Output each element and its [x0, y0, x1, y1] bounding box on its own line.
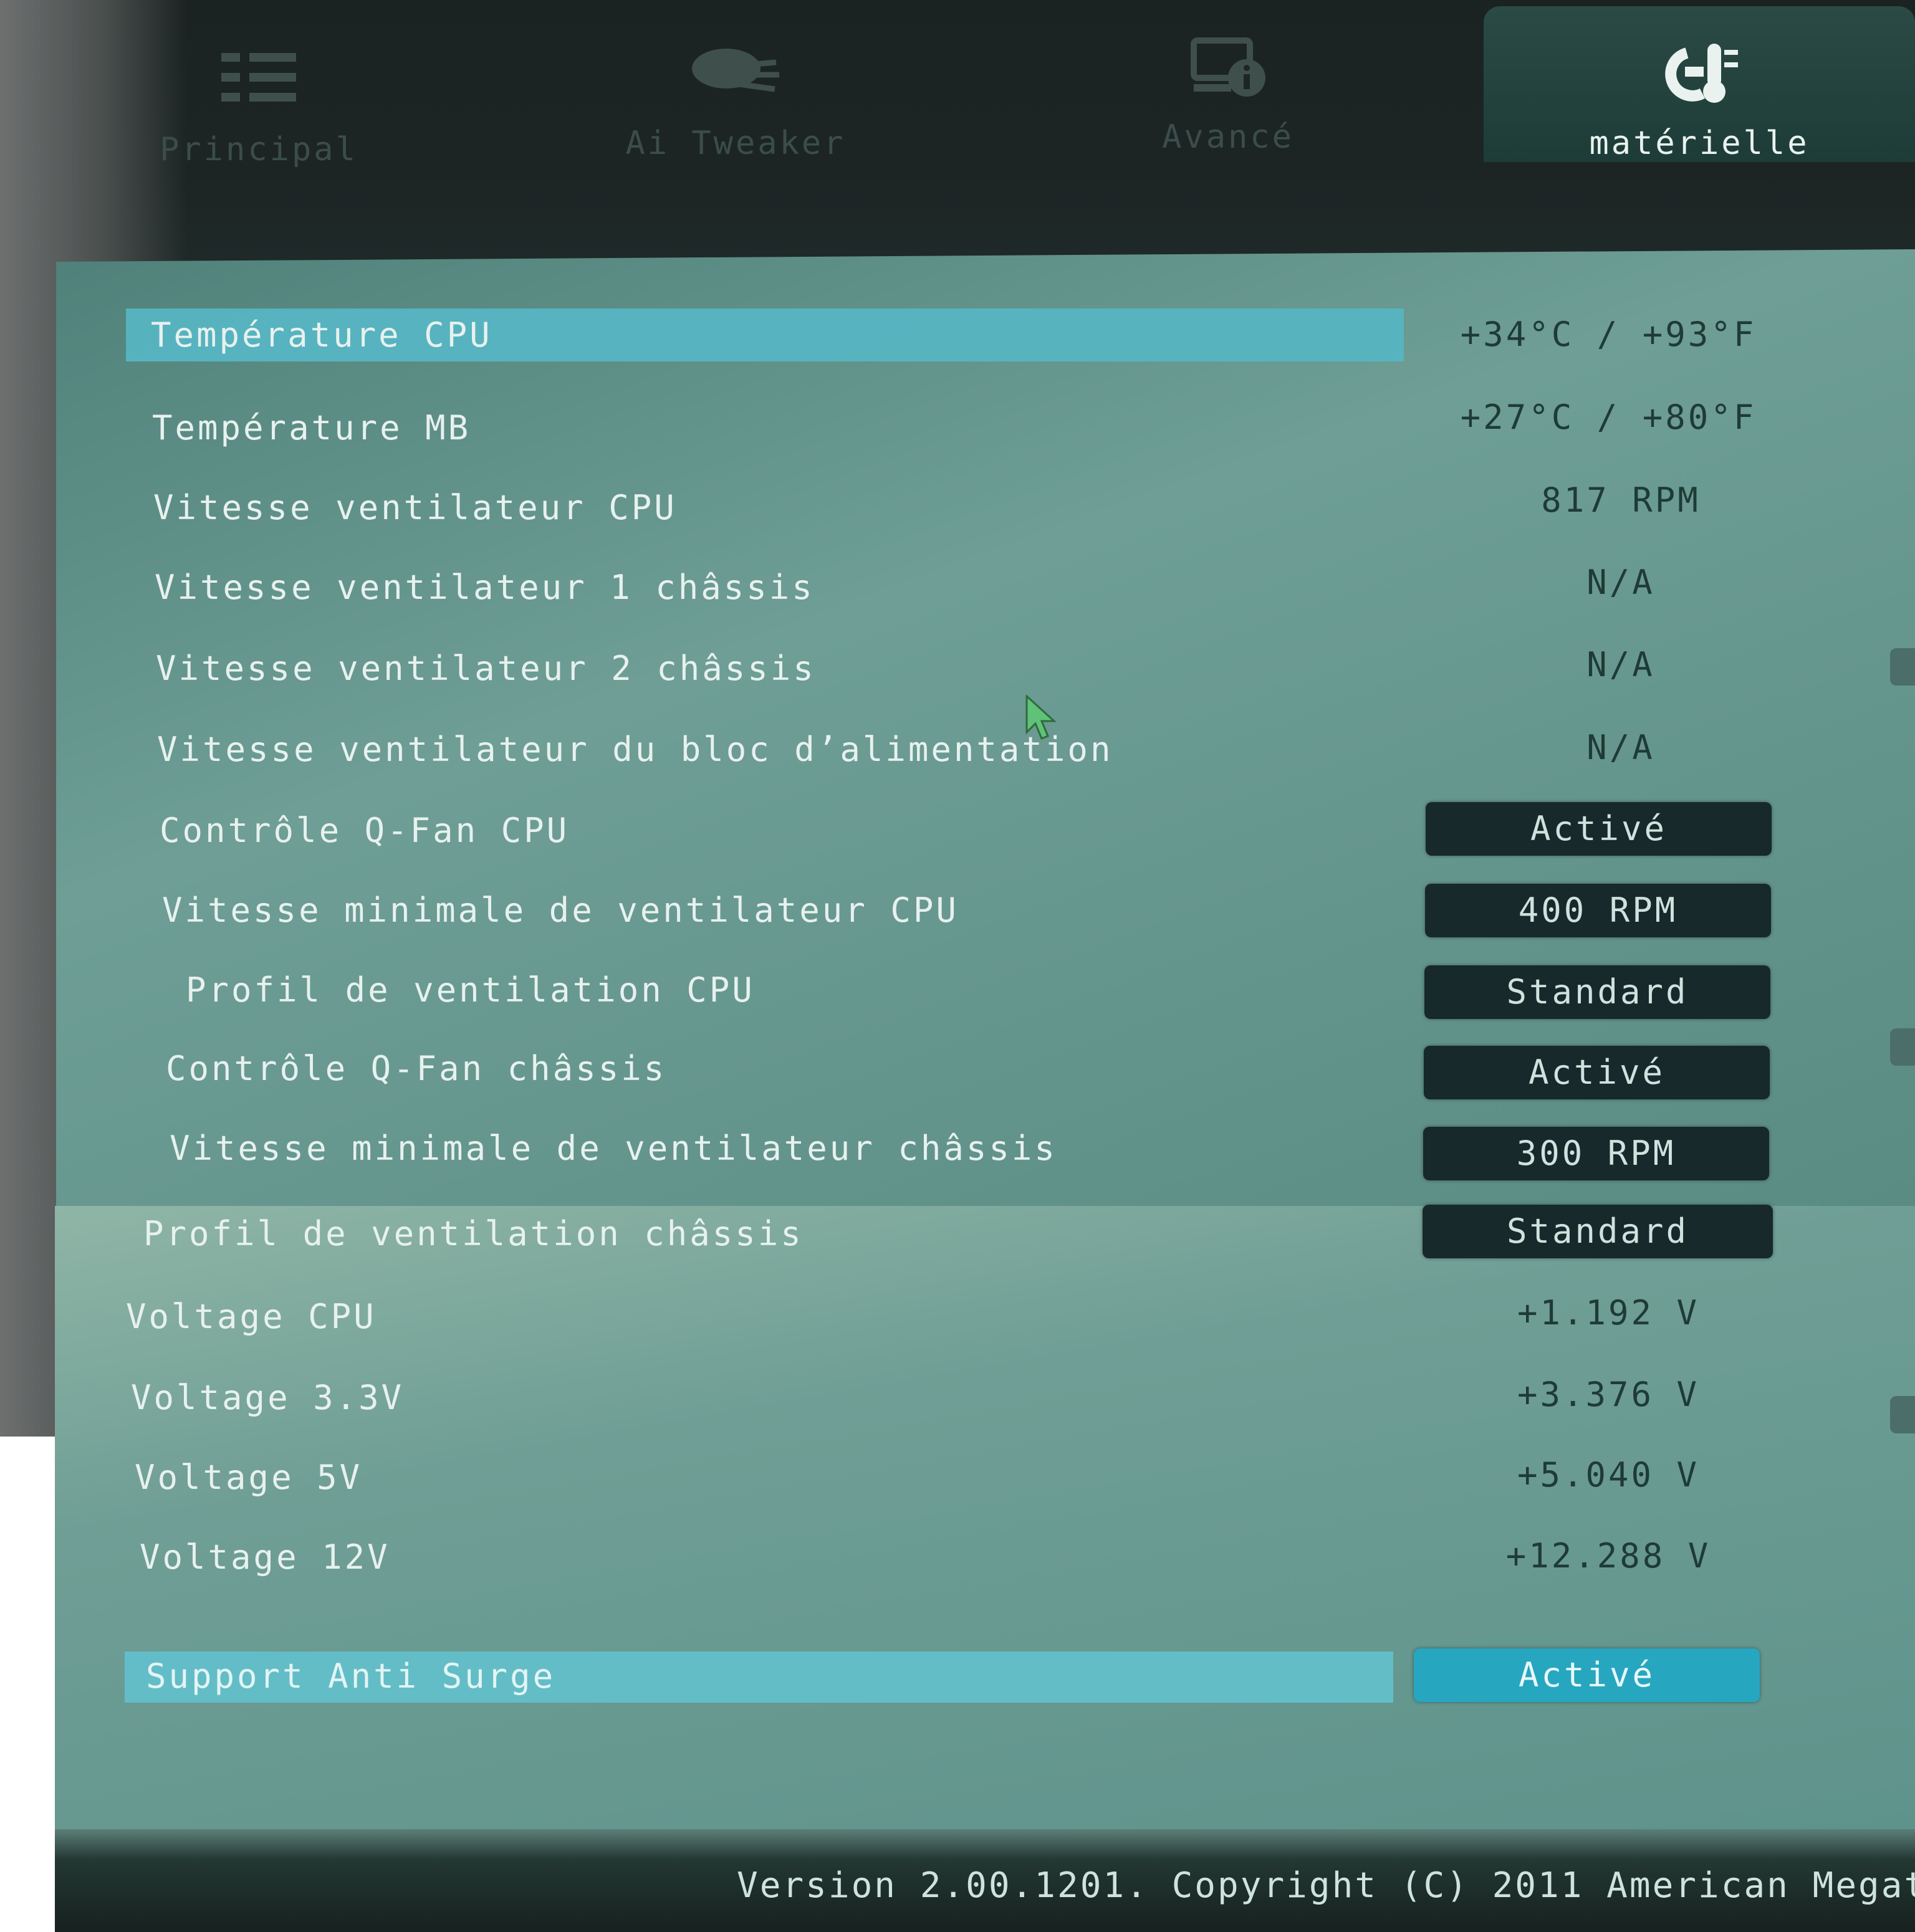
cpu-fan-min-speed-dropdown[interactable]: 400 RPM [1425, 884, 1771, 937]
setting-label: Voltage CPU [126, 1297, 377, 1336]
tab-materielle[interactable]: matérielle [1484, 6, 1915, 162]
top-tab-bar: Principal Ai Tweaker Avancé matérielle [0, 0, 1915, 249]
setting-label: Support Anti Surge [146, 1657, 556, 1696]
setting-label: Température MB [152, 408, 471, 447]
setting-value-row: N/A [1452, 720, 1789, 776]
tab-label: Avancé [1162, 118, 1294, 156]
anti-surge-dropdown[interactable]: Activé [1414, 1648, 1760, 1702]
setting-label: Contrôle Q-Fan CPU [160, 811, 570, 850]
setting-label: Voltage 12V [140, 1537, 390, 1577]
setting-label: Vitesse ventilateur CPU [153, 488, 677, 527]
chassis-fan-profile-dropdown[interactable]: Standard [1423, 1205, 1773, 1258]
mouse-cursor-icon [1025, 695, 1057, 740]
setting-value-row: +3.376 V [1434, 1367, 1783, 1423]
tab-label: matérielle [1589, 125, 1810, 162]
setting-label: Vitesse ventilateur du bloc d’alimentati… [157, 730, 1113, 769]
setting-value: +34°C / +93°F [1460, 315, 1757, 354]
scrollbar-handle[interactable] [1890, 1396, 1915, 1433]
setting-value: 817 RPM [1541, 481, 1701, 520]
setting-value-row: +5.040 V [1434, 1447, 1783, 1503]
setting-label: Profil de ventilation châssis [143, 1214, 804, 1253]
tab-ai-tweaker[interactable]: Ai Tweaker [598, 0, 873, 162]
setting-value: N/A [1586, 645, 1655, 684]
tab-avance[interactable]: Avancé [1135, 0, 1322, 156]
setting-value: N/A [1586, 728, 1655, 767]
setting-value-row: 817 RPM [1452, 472, 1789, 528]
version-copyright-text: Version 2.00.1201. Copyright (C) 2011 Am… [737, 1865, 1915, 1906]
hardware-monitor-icon [1665, 44, 1738, 103]
setting-value-row: +27°C / +80°F [1434, 390, 1783, 446]
setting-value-row: +12.288 V [1434, 1528, 1783, 1584]
setting-label: Vitesse ventilateur 2 châssis [156, 649, 816, 688]
setting-value-row: +1.192 V [1434, 1285, 1783, 1341]
setting-value: +3.376 V [1517, 1375, 1700, 1414]
setting-label: Vitesse minimale de ventilateur châssis [170, 1129, 1057, 1168]
list-icon [221, 53, 296, 102]
footer-bar: Version 2.00.1201. Copyright (C) 2011 Am… [55, 1829, 1915, 1932]
setting-value-row: N/A [1452, 637, 1789, 693]
tab-label: Ai Tweaker [625, 125, 846, 162]
setting-value: +1.192 V [1517, 1293, 1700, 1332]
advanced-info-icon [1191, 37, 1265, 97]
tweaker-icon [692, 49, 779, 92]
scrollbar-handle[interactable] [1890, 648, 1915, 686]
setting-label: Vitesse ventilateur 1 châssis [155, 568, 815, 607]
chassis-fan-min-speed-dropdown[interactable]: 300 RPM [1423, 1127, 1769, 1180]
setting-value: +12.288 V [1505, 1536, 1711, 1576]
setting-label: Vitesse minimale de ventilateur CPU [162, 891, 959, 930]
setting-value-row: N/A [1452, 555, 1789, 611]
q-fan-chassis-dropdown[interactable]: Activé [1424, 1046, 1770, 1099]
setting-label: Température CPU [151, 315, 492, 355]
setting-label: Voltage 3.3V [131, 1378, 405, 1417]
setting-value-row: +34°C / +93°F [1434, 307, 1783, 363]
setting-value: N/A [1586, 563, 1655, 602]
tab-label: Principal [160, 131, 358, 168]
setting-value: +5.040 V [1517, 1455, 1700, 1494]
setting-label: Voltage 5V [135, 1458, 363, 1497]
q-fan-cpu-dropdown[interactable]: Activé [1426, 802, 1772, 856]
setting-value: +27°C / +80°F [1460, 398, 1757, 437]
tab-principal[interactable]: Principal [143, 0, 374, 168]
cpu-fan-profile-dropdown[interactable]: Standard [1424, 965, 1770, 1019]
setting-label: Profil de ventilation CPU [186, 970, 755, 1010]
scrollbar-handle[interactable] [1890, 1028, 1915, 1066]
setting-label: Contrôle Q-Fan châssis [166, 1049, 667, 1088]
